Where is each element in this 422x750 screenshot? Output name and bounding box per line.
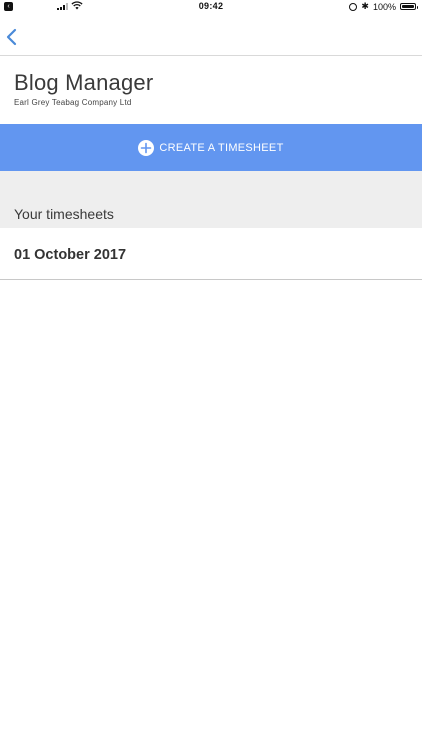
alarm-icon: [349, 2, 358, 11]
nav-bar: [0, 14, 422, 56]
timesheet-list: 01 October 2017: [0, 228, 422, 280]
page-header: Blog Manager Earl Grey Teabag Company Lt…: [0, 56, 422, 124]
bluetooth-icon: ✱: [361, 1, 369, 11]
section-header: Your timesheets: [0, 171, 422, 228]
timesheet-date: 01 October 2017: [14, 247, 127, 263]
company-name: Earl Grey Teabag Company Ltd: [14, 98, 132, 107]
status-right-group: ✱ 100%: [349, 1, 418, 12]
app-screen: ‹ 09:42 ✱ 100% Blog Manager Earl Grey Te…: [0, 0, 422, 750]
plus-circle-icon: [138, 139, 155, 156]
list-item[interactable]: 01 October 2017: [0, 228, 422, 280]
page-title: Blog Manager: [14, 70, 154, 95]
chevron-left-icon[interactable]: [3, 26, 21, 48]
create-timesheet-label: CREATE A TIMESHEET: [159, 141, 284, 154]
battery-level: [402, 5, 414, 8]
section-title: Your timesheets: [14, 206, 114, 222]
battery-percent: 100%: [372, 1, 396, 12]
battery-icon: [400, 3, 418, 10]
status-bar: ‹ 09:42 ✱ 100%: [0, 0, 422, 14]
create-timesheet-button[interactable]: CREATE A TIMESHEET: [0, 124, 422, 171]
